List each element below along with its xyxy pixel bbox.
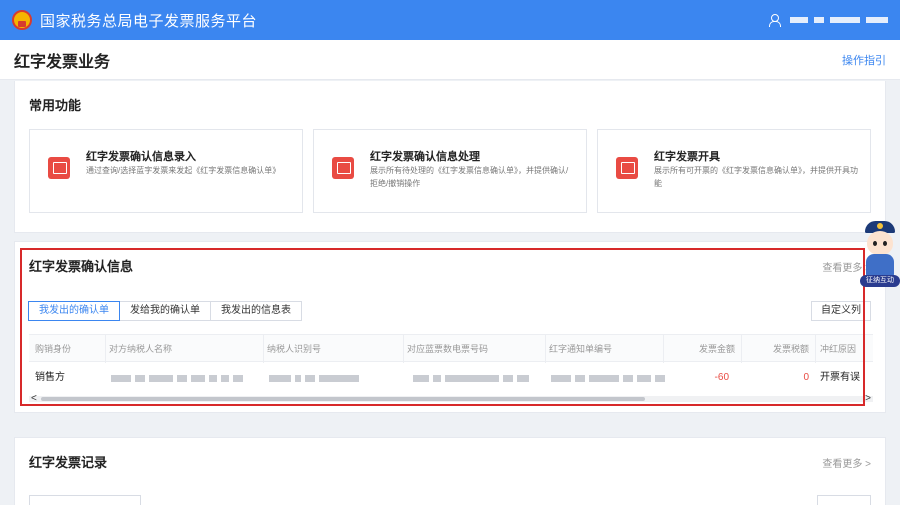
edit-document-icon — [332, 157, 354, 179]
tax-emblem-icon — [12, 10, 32, 30]
feature-desc: 展示所有待处理的《红字发票信息确认单》，并提供确认/拒绝/撤销操作 — [370, 166, 569, 188]
guide-link[interactable]: 操作指引 — [842, 52, 886, 68]
assistant-mascot[interactable]: 征纳互动 — [860, 221, 900, 287]
red-invoice-records-card: 红字发票记录 查看更多 > — [14, 437, 886, 505]
feature-desc: 通过查询/选择蓝字发票来发起《红字发票信息确认单》 — [86, 166, 281, 175]
mascot-eye — [883, 241, 887, 246]
tab-sent-confirmations[interactable]: 我发出的确认单 — [28, 301, 120, 321]
invoice-clock-icon — [616, 157, 638, 179]
assistant-label: 征纳互动 — [860, 275, 900, 287]
page-header: 红字发票业务 操作指引 — [0, 40, 900, 80]
feature-desc: 展示所有可开票的《红字发票信息确认单》，并提供开具功能 — [654, 166, 858, 188]
custom-columns-button-partial[interactable] — [817, 495, 871, 505]
highlight-annotation — [20, 248, 865, 406]
scroll-right-icon[interactable]: > — [865, 393, 871, 404]
mascot-body — [866, 254, 894, 276]
feature-name: 红字发票确认信息录入 — [86, 151, 196, 163]
common-functions-card: 常用功能 红字发票确认信息录入 通过查询/选择蓝字发票来发起《红字发票信息确认单… — [14, 81, 886, 233]
user-menu[interactable] — [768, 14, 888, 27]
user-icon — [768, 14, 781, 27]
view-more-link[interactable]: 查看更多 > — [822, 455, 871, 470]
mascot-eye — [873, 241, 877, 246]
tab-bar-partial — [29, 495, 141, 505]
feature-red-invoice-issue[interactable]: 红字发票开具 展示所有可开票的《红字发票信息确认单》，并提供开具功能 — [597, 129, 871, 213]
feature-name: 红字发票确认信息处理 — [370, 151, 480, 163]
swap-document-icon — [48, 157, 70, 179]
feature-name: 红字发票开具 — [654, 151, 720, 163]
page-title: 红字发票业务 — [14, 53, 111, 71]
user-name-redacted — [790, 17, 888, 23]
app-title: 国家税务总局电子发票服务平台 — [40, 12, 258, 30]
feature-red-confirm-entry[interactable]: 红字发票确认信息录入 通过查询/选择蓝字发票来发起《红字发票信息确认单》 — [29, 129, 303, 213]
top-bar: 国家税务总局电子发票服务平台 — [0, 0, 900, 40]
section-title: 红字发票记录 — [29, 455, 108, 470]
section-title: 常用功能 — [29, 98, 82, 113]
mascot-face — [867, 231, 893, 255]
feature-red-confirm-process[interactable]: 红字发票确认信息处理 展示所有待处理的《红字发票信息确认单》，并提供确认/拒绝/… — [313, 129, 587, 213]
